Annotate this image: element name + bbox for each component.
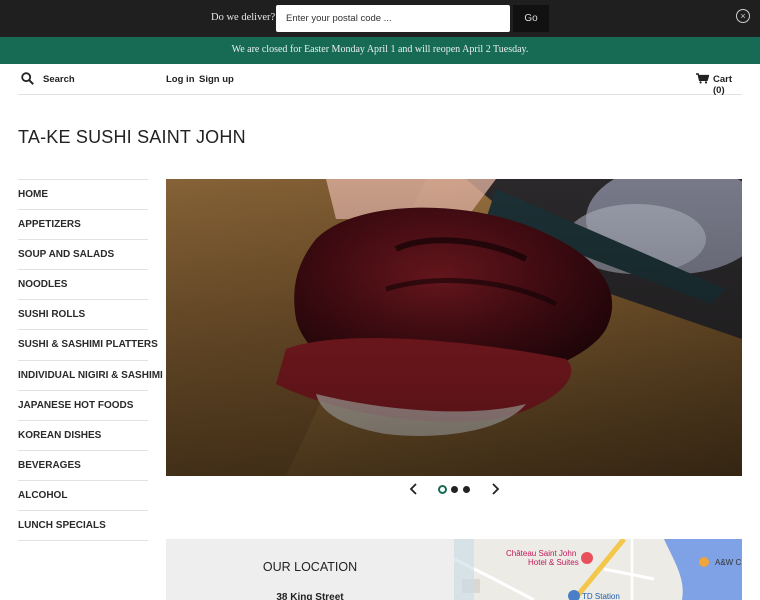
sidebar-item-home[interactable]: HOME bbox=[18, 180, 148, 211]
notice-banner: We are closed for Easter Monday April 1 … bbox=[0, 37, 760, 64]
sidebar-item-lunch-specials[interactable]: LUNCH SPECIALS bbox=[18, 511, 148, 542]
sidebar-item-individual-nigiri-sashimi[interactable]: INDIVIDUAL NIGIRI & SASHIMI bbox=[18, 361, 163, 391]
sidebar-item-appetizers[interactable]: APPETIZERS bbox=[18, 210, 148, 241]
sidebar-item-beverages[interactable]: BEVERAGES bbox=[18, 451, 148, 481]
sidebar-item-noodles[interactable]: NOODLES bbox=[18, 270, 148, 301]
postal-code-input[interactable] bbox=[276, 5, 510, 32]
chevron-left-icon[interactable] bbox=[407, 481, 421, 497]
notice-text: We are closed for Easter Monday April 1 … bbox=[231, 44, 529, 55]
map-label-hotel-suites: Hotel & Suites bbox=[528, 558, 579, 567]
category-sidebar: HOME APPETIZERS SOUP AND SALADS NOODLES … bbox=[18, 179, 163, 542]
location-panel: OUR LOCATION 38 King Street bbox=[166, 539, 454, 600]
close-icon[interactable]: × bbox=[736, 9, 750, 23]
search-icon[interactable] bbox=[21, 72, 34, 85]
sidebar-item-sushi-rolls[interactable]: SUSHI ROLLS bbox=[18, 300, 148, 331]
location-map[interactable]: Château Saint John Hotel & Suites TD Sta… bbox=[454, 539, 742, 600]
cart-link[interactable]: Cart (0) bbox=[713, 74, 742, 96]
sidebar-item-korean-dishes[interactable]: KOREAN DISHES bbox=[18, 421, 148, 451]
sidebar-item-sushi-sashimi-platters[interactable]: SUSHI & SASHIMI PLATTERS bbox=[18, 330, 158, 361]
sushi-photo bbox=[166, 179, 742, 476]
map-label-aw: A&W C bbox=[715, 558, 742, 567]
location-address: 38 King Street bbox=[276, 592, 344, 600]
sidebar-item-alcohol[interactable]: ALCOHOL bbox=[18, 481, 148, 512]
delivery-bar: Do we deliver? Go × bbox=[0, 0, 760, 37]
sidebar-item-soup-and-salads[interactable]: SOUP AND SALADS bbox=[18, 240, 148, 271]
sidebar-item-japanese-hot-foods[interactable]: JAPANESE HOT FOODS bbox=[18, 391, 148, 421]
login-link[interactable]: Log in bbox=[166, 74, 195, 85]
slide-dot[interactable] bbox=[463, 486, 470, 493]
map-label-hotel: Château Saint John bbox=[506, 549, 577, 558]
chevron-right-icon[interactable] bbox=[488, 481, 502, 497]
slide-dot[interactable] bbox=[438, 485, 447, 494]
search-link[interactable]: Search bbox=[43, 74, 75, 85]
store-title[interactable]: TA-KE SUSHI SAINT JOHN bbox=[18, 127, 246, 148]
map-graphic bbox=[454, 539, 742, 600]
delivery-question: Do we deliver? bbox=[211, 12, 276, 23]
map-label-td-station: TD Station bbox=[582, 592, 620, 600]
hero-slide bbox=[166, 179, 742, 476]
top-nav: Search Log in Sign up Cart (0) bbox=[18, 64, 742, 96]
cart-icon[interactable] bbox=[696, 73, 709, 84]
signup-link[interactable]: Sign up bbox=[199, 74, 234, 85]
location-heading: OUR LOCATION bbox=[262, 560, 358, 574]
go-button[interactable]: Go bbox=[513, 5, 549, 32]
slide-dot[interactable] bbox=[451, 486, 458, 493]
